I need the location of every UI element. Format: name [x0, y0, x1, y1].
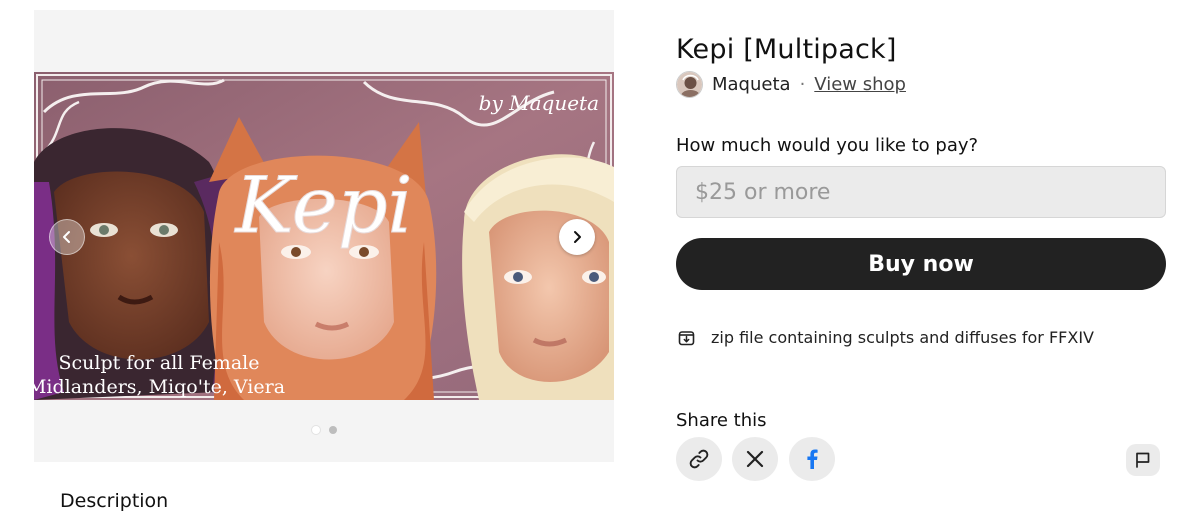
- seller-name[interactable]: Maqueta: [712, 74, 791, 95]
- chevron-right-icon: [570, 230, 584, 244]
- previous-slide-button[interactable]: [49, 219, 85, 255]
- slide-credit-text: by Maqueta: [479, 91, 599, 115]
- slide-dot-2[interactable]: [328, 426, 337, 434]
- description-heading: Description: [60, 490, 169, 512]
- view-shop-link[interactable]: View shop: [814, 74, 906, 95]
- slide-indicator: [34, 426, 614, 434]
- slide-caption-line2: Midlanders, Miqo'te, Viera: [34, 376, 285, 398]
- product-title: Kepi [Multipack]: [676, 34, 897, 65]
- pay-question-label: How much would you like to pay?: [676, 135, 979, 156]
- seller-separator: ·: [799, 73, 806, 95]
- slide-dot-1[interactable]: [311, 426, 320, 434]
- report-button[interactable]: [1126, 444, 1160, 476]
- x-logo-icon: [746, 450, 764, 468]
- product-gallery: Kepi by Maqueta Sculpt for all Female Mi…: [34, 10, 614, 462]
- facebook-icon: [805, 449, 819, 469]
- link-icon: [688, 448, 710, 470]
- file-info-row: zip file containing sculpts and diffuses…: [678, 326, 1094, 348]
- price-input[interactable]: [676, 166, 1166, 218]
- gallery-slide-image[interactable]: Kepi by Maqueta Sculpt for all Female Mi…: [34, 72, 614, 400]
- seller-avatar[interactable]: [676, 70, 703, 98]
- slide-caption-line1: Sculpt for all Female: [59, 352, 260, 374]
- slide-title-text: Kepi: [233, 161, 412, 251]
- file-info-text: zip file containing sculpts and diffuses…: [711, 327, 1094, 347]
- next-slide-button[interactable]: [559, 219, 595, 255]
- copy-link-button[interactable]: [676, 437, 722, 481]
- share-facebook-button[interactable]: [789, 437, 835, 481]
- share-x-button[interactable]: [732, 437, 778, 481]
- seller-info: Maqueta · View shop: [676, 70, 906, 98]
- chevron-left-icon: [60, 230, 74, 244]
- file-download-icon: [678, 329, 695, 346]
- flag-icon: [1134, 451, 1152, 469]
- share-heading: Share this: [676, 410, 767, 431]
- buy-now-button[interactable]: Buy now: [676, 238, 1166, 290]
